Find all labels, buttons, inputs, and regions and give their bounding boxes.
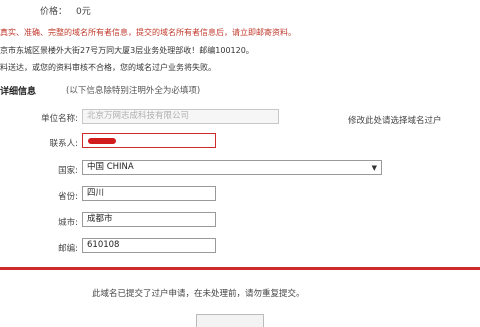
city-field[interactable]: 成都市 (82, 212, 216, 227)
province-field[interactable]: 四川 (82, 186, 216, 201)
modify-link[interactable]: 修改此处请选择域名过户 (348, 114, 442, 126)
duplicate-submit-message: 此域名已提交了过户申请，在未处理前，请勿重复提交。 (92, 289, 305, 299)
province-label: 省份: (58, 192, 78, 202)
postcode-label: 邮编: (58, 244, 78, 254)
unit-name-label: 单位名称: (41, 114, 78, 124)
contact-label: 联系人: (49, 139, 78, 149)
city-label: 城市: (58, 218, 78, 228)
section-hint: (以下信息除特别注明外全为必填项) (66, 86, 201, 96)
country-value: 中国 CHINA (87, 162, 134, 172)
price-value: 0元 (76, 7, 91, 17)
redaction-mark (88, 138, 116, 144)
submit-button[interactable] (196, 314, 264, 327)
contact-field[interactable] (82, 133, 216, 148)
chevron-down-icon: ▼ (371, 164, 377, 172)
country-label: 国家: (58, 166, 78, 176)
unit-name-field[interactable]: 北京万网志成科技有限公司 (82, 109, 279, 124)
postcode-field[interactable]: 610108 (82, 238, 216, 253)
section-divider (0, 267, 480, 270)
notice-failure: 料送达，或您的资料审核不合格，您的域名过户业务将失败。 (0, 63, 216, 72)
price-label: 价格： (40, 7, 68, 17)
notice-warning: 真实、准确、完整的域名所有者信息，提交的域名所有者信息后，请立即邮寄资料。 (0, 28, 296, 37)
country-select[interactable]: 中国 CHINA ▼ (82, 160, 382, 175)
section-title: 详细信息 (0, 87, 37, 97)
notice-address: 京市东城区景楼外大街27号万同大厦3层业务处理部收！邮编100120。 (0, 46, 254, 55)
